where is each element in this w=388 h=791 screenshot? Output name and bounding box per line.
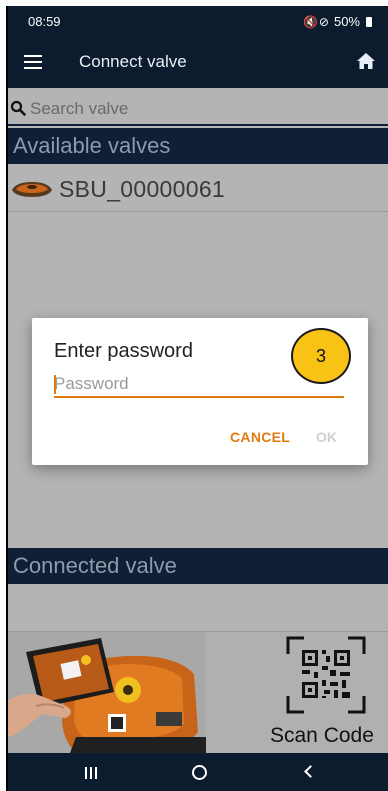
system-nav-bar — [6, 753, 388, 791]
battery-icon — [366, 16, 372, 27]
valve-label: SBU_00000061 — [59, 176, 226, 202]
status-indicators: 🔇⊘ 50% — [303, 14, 372, 29]
scan-code-button[interactable]: Scan Code — [268, 636, 386, 752]
cancel-button[interactable]: CANCEL — [230, 429, 290, 445]
recent-apps-button[interactable] — [61, 753, 121, 791]
app-bar: Connect valve — [6, 36, 388, 88]
search-input[interactable] — [30, 97, 370, 121]
back-chevron-icon — [304, 765, 317, 778]
bottom-panel: Scan Code — [6, 632, 388, 753]
scan-code-label: Scan Code — [270, 724, 374, 747]
search-bar — [6, 88, 388, 126]
status-bar: 08:59 🔇⊘ 50% — [6, 6, 388, 36]
home-circle-icon — [192, 765, 207, 780]
home-icon[interactable] — [356, 52, 376, 70]
recent-apps-icon — [85, 767, 97, 779]
valve-icon — [12, 182, 52, 197]
qr-code-icon — [286, 636, 366, 714]
back-button[interactable] — [278, 753, 338, 791]
step-number-badge: 3 — [291, 328, 351, 384]
ok-button[interactable]: OK — [316, 429, 337, 445]
page-title: Connect valve — [79, 52, 187, 71]
available-valves-header: Available valves — [6, 128, 388, 164]
home-nav-button[interactable] — [171, 753, 231, 791]
phone-screen: 08:59 🔇⊘ 50% Connect valve Available val… — [6, 6, 388, 791]
connected-valve-header: Connected valve — [6, 548, 388, 584]
device-photo-image — [6, 632, 206, 753]
screen-edge — [6, 6, 8, 791]
list-item[interactable]: SBU_00000061 — [6, 166, 388, 212]
dialog-title: Enter password — [54, 340, 193, 362]
hamburger-menu-icon[interactable] — [24, 55, 42, 69]
battery-percent: 50% — [333, 14, 360, 29]
search-icon — [10, 100, 26, 116]
connected-valve-list — [6, 584, 388, 632]
status-time: 08:59 — [28, 14, 61, 29]
text-cursor — [54, 375, 56, 394]
mute-dnd-icons: 🔇⊘ — [302, 14, 330, 29]
